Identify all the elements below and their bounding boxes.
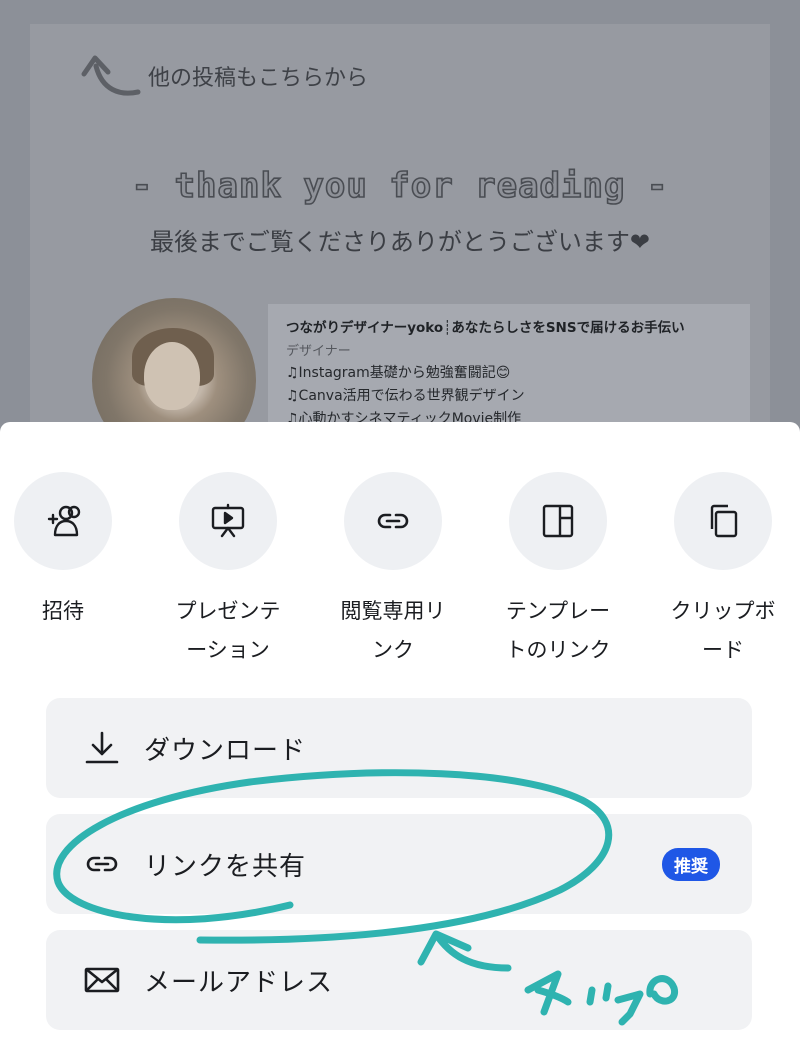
share-option-circle[interactable] (674, 472, 772, 570)
share-option-view-only-link[interactable]: 閲覧専用リ ンク (318, 472, 468, 670)
email-button[interactable]: メールアドレス (46, 930, 752, 1030)
share-option-template-link[interactable]: テンプレー トのリンク (483, 472, 633, 670)
add-people-icon (47, 505, 81, 537)
presentation-icon (211, 503, 245, 538)
share-option-circle[interactable] (179, 472, 277, 570)
share-option-label: 招待 (42, 599, 84, 623)
share-sheet: 招待 プレゼンテ ーション 閲覧専用リ ンク テンプレー トのリンク クリップボ… (0, 422, 800, 1040)
link-icon (377, 513, 409, 529)
more-posts-hint: 他の投稿もこちらから (80, 52, 368, 100)
curved-arrow-icon (81, 55, 141, 96)
share-option-presentation[interactable]: プレゼンテ ーション (153, 472, 303, 670)
download-label: ダウンロード (144, 735, 307, 766)
share-option-label: 閲覧専用リ ンク (340, 599, 446, 662)
share-option-label: プレゼンテ ーション (175, 599, 281, 662)
profile-line: ♫Instagram基礎から勉強奮闘記😊 (286, 365, 511, 381)
share-link-label: リンクを共有 (144, 851, 307, 882)
profile-name: つながりデザイナーyoko┊あなたらしさをSNSで届けるお手伝い (286, 320, 685, 336)
download-button[interactable]: ダウンロード (46, 698, 752, 798)
copy-icon (710, 504, 738, 538)
mail-icon (84, 967, 120, 993)
link-icon (86, 856, 118, 872)
share-link-button[interactable]: リンクを共有 推奨 (46, 814, 752, 914)
share-option-circle[interactable] (344, 472, 442, 570)
template-icon (542, 504, 574, 538)
email-label: メールアドレス (144, 967, 334, 998)
share-option-invite[interactable]: 招待 (0, 472, 138, 631)
download-icon (85, 731, 119, 764)
share-option-circle[interactable] (509, 472, 607, 570)
profile-line: ♫Canva活用で伝わる世界観デザイン (286, 388, 525, 404)
recommended-badge: 推奨 (662, 848, 720, 881)
more-posts-text: 他の投稿もこちらから (148, 66, 369, 91)
share-option-label: テンプレー トのリンク (505, 599, 611, 662)
share-option-clipboard[interactable]: クリップボ ード (648, 472, 798, 670)
share-option-circle[interactable] (14, 472, 112, 570)
profile-card: つながりデザイナーyoko┊あなたらしさをSNSで届けるお手伝い デザイナー ♫… (268, 304, 750, 434)
thank-you-title: - thank you for reading - (131, 165, 669, 207)
profile-role: デザイナー (286, 344, 351, 359)
thank-you-subtitle: 最後までご覧くださりありがとうございます❤ (149, 228, 651, 256)
share-option-label: クリップボ ード (670, 599, 776, 662)
